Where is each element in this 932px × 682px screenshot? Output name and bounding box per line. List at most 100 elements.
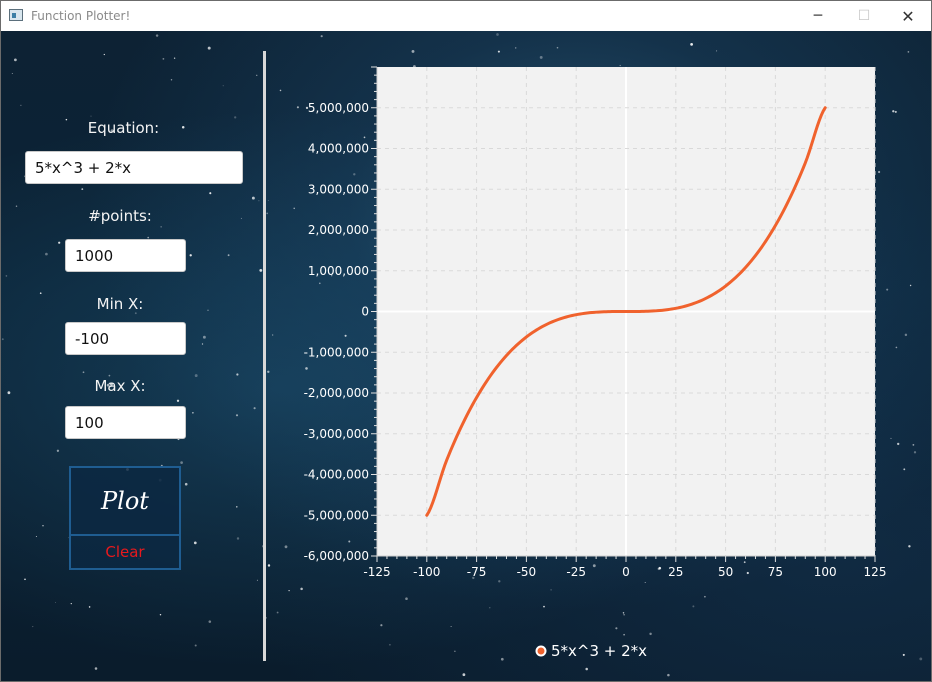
- x-tick-label: 75: [768, 565, 783, 579]
- star: [235, 414, 239, 417]
- function-chart: -125 -100 -75 -50 -25 0 25 50 75 100 125 5,000,000 4…: [304, 66, 887, 660]
- panel-divider: [263, 51, 266, 661]
- title-bar[interactable]: Function Plotter! ─ ☐ ✕: [1, 1, 931, 31]
- app-window-icon: [9, 9, 23, 21]
- x-tick-label: -50: [517, 565, 537, 579]
- star: [258, 200, 260, 202]
- star: [256, 74, 258, 76]
- y-tick-label: 5,000,000: [308, 101, 369, 115]
- y-tick-label: -5,000,000: [304, 508, 369, 522]
- star: [173, 57, 176, 59]
- min-x-input[interactable]: -100: [65, 322, 186, 355]
- max-x-input[interactable]: 100: [65, 406, 186, 439]
- star: [39, 292, 42, 295]
- equation-input[interactable]: 5*x^3 + 2*x: [25, 151, 243, 184]
- star: [279, 89, 282, 92]
- star: [253, 407, 256, 410]
- star: [159, 613, 162, 616]
- star: [14, 58, 17, 62]
- star: [913, 451, 917, 454]
- star: [90, 115, 92, 117]
- star: [207, 309, 209, 311]
- star: [24, 578, 26, 581]
- star: [201, 343, 204, 345]
- star: [276, 611, 279, 614]
- star: [11, 73, 13, 74]
- star: [202, 335, 206, 339]
- plot-button[interactable]: Plot: [71, 468, 179, 536]
- star: [103, 53, 105, 56]
- y-tick-label: -1,000,000: [304, 345, 369, 359]
- x-tick-label: 25: [668, 565, 683, 579]
- star: [5, 275, 8, 277]
- star: [192, 411, 194, 414]
- x-tick-label: 50: [718, 565, 733, 579]
- x-tick-label: 0: [622, 565, 630, 579]
- star: [20, 104, 22, 106]
- star: [45, 252, 48, 256]
- star: [320, 35, 323, 38]
- star: [222, 85, 224, 87]
- legend-label: 5*x^3 + 2*x: [551, 642, 647, 660]
- star: [690, 43, 693, 46]
- star: [162, 58, 165, 60]
- star: [82, 371, 85, 374]
- star: [266, 212, 269, 215]
- star: [256, 579, 258, 581]
- action-button-group: Plot Clear: [69, 466, 181, 570]
- star: [81, 188, 84, 191]
- star: [267, 564, 271, 567]
- maximize-icon[interactable]: ☐: [841, 1, 887, 31]
- points-input[interactable]: 1000: [65, 239, 186, 272]
- y-tick-label: 0: [361, 305, 369, 319]
- minimize-icon[interactable]: ─: [795, 1, 841, 31]
- equation-label: Equation:: [87, 119, 160, 137]
- main-content: Equation: 5*x^3 + 2*x #points: 1000 Min …: [1, 31, 931, 681]
- star: [208, 620, 212, 623]
- star: [267, 200, 269, 202]
- star: [539, 55, 543, 59]
- y-tick-label: 4,000,000: [308, 142, 369, 156]
- clear-button[interactable]: Clear: [71, 536, 179, 568]
- x-tick-label: -100: [413, 565, 440, 579]
- window-title: Function Plotter!: [31, 9, 131, 23]
- star: [35, 535, 37, 538]
- star: [912, 443, 915, 446]
- star: [240, 217, 242, 219]
- star: [160, 226, 162, 228]
- x-tick-label: 125: [864, 565, 887, 579]
- star: [88, 606, 91, 608]
- close-icon[interactable]: ✕: [885, 1, 931, 31]
- star: [272, 334, 274, 336]
- star: [236, 506, 238, 508]
- star: [234, 116, 237, 119]
- star: [194, 374, 198, 378]
- star: [184, 482, 188, 486]
- star: [176, 399, 180, 402]
- star: [667, 673, 670, 677]
- star: [56, 449, 60, 452]
- star: [54, 602, 56, 604]
- star: [70, 602, 72, 605]
- star: [462, 673, 466, 677]
- x-tick-label: -25: [566, 565, 586, 579]
- star: [556, 46, 559, 49]
- star: [189, 254, 192, 257]
- star: [32, 626, 34, 628]
- star: [209, 192, 212, 195]
- star: [411, 49, 415, 53]
- star: [284, 545, 288, 549]
- app-window: Function Plotter! ─ ☐ ✕ Equation: 5*x^3 …: [0, 0, 932, 682]
- y-tick-label: 1,000,000: [308, 264, 369, 278]
- x-tick-label: -75: [467, 565, 487, 579]
- star: [288, 589, 290, 592]
- star: [170, 79, 173, 81]
- y-tick-label: -3,000,000: [304, 427, 369, 441]
- star: [15, 205, 18, 208]
- star: [58, 241, 61, 244]
- star: [585, 667, 588, 671]
- legend-marker: [535, 645, 547, 657]
- y-tick-label: -2,000,000: [304, 386, 369, 400]
- star: [497, 50, 500, 53]
- star: [514, 47, 517, 49]
